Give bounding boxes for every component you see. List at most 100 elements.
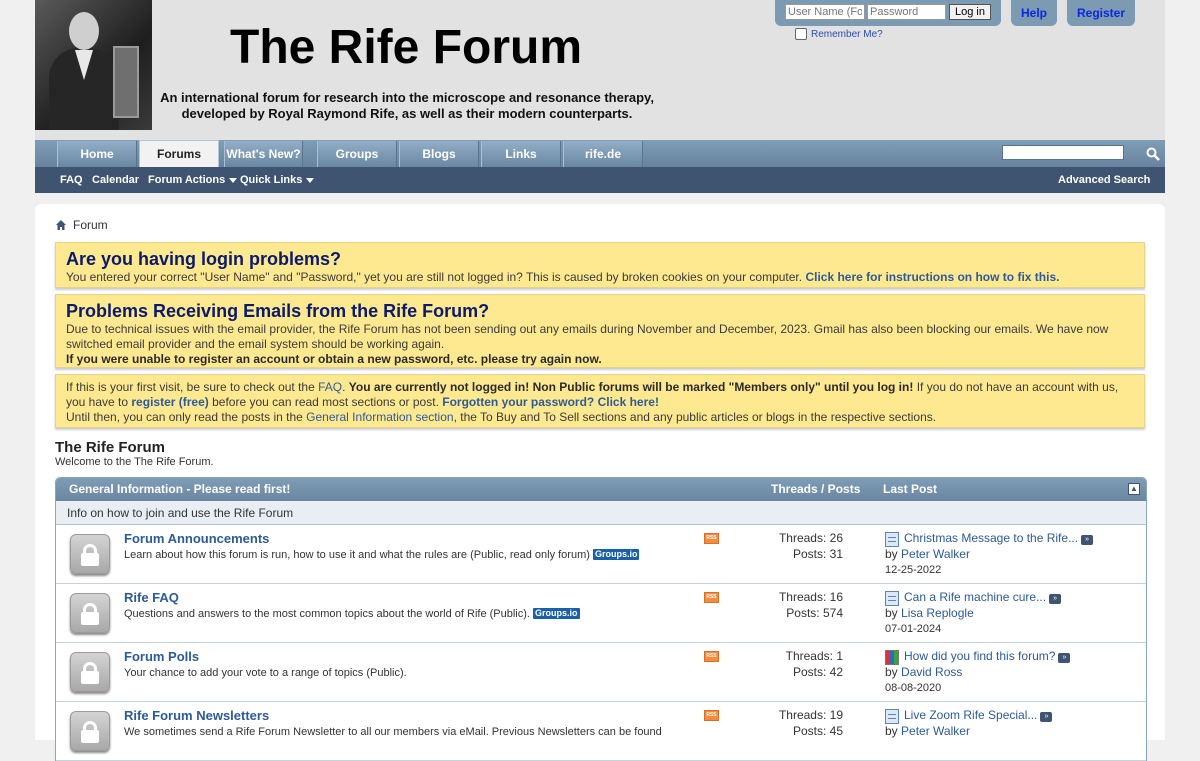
remember-me[interactable]: Remember Me? bbox=[795, 28, 883, 40]
login-problems-notice: Are you having login problems? You enter… bbox=[55, 242, 1145, 288]
by-label: by bbox=[885, 547, 898, 561]
subnav-forum-actions[interactable]: Forum Actions bbox=[148, 167, 238, 193]
not-logged-in-text: You are currently not logged in! Non Pub… bbox=[348, 380, 914, 394]
forum-title-link[interactable]: Forum Announcements bbox=[124, 531, 269, 546]
lock-icon bbox=[70, 534, 110, 574]
remember-me-label[interactable]: Remember Me? bbox=[811, 29, 883, 40]
forum-description: We sometimes send a Rife Forum Newslette… bbox=[124, 726, 662, 738]
tab-links[interactable]: Links bbox=[481, 141, 561, 167]
groups-io-badge[interactable]: Groups.io bbox=[592, 549, 640, 560]
forum-row: Forum Polls Your chance to add your vote… bbox=[56, 643, 1146, 702]
forum-title-link[interactable]: Forum Polls bbox=[124, 649, 199, 664]
last-post-author: by Lisa Replogle bbox=[885, 606, 974, 620]
main-content: Forum Are you having login problems? You… bbox=[35, 204, 1165, 761]
remember-me-checkbox[interactable] bbox=[795, 28, 807, 40]
forum-description-text: Learn about how this forum is run, how t… bbox=[124, 549, 590, 561]
rss-icon[interactable]: RSS bbox=[704, 651, 719, 662]
subnav-quick-links[interactable]: Quick Links bbox=[240, 167, 315, 193]
chevron-down-icon bbox=[306, 177, 315, 183]
collapse-icon[interactable]: ▲ bbox=[1128, 483, 1140, 495]
last-post-title[interactable]: Christmas Message to the Rife... bbox=[904, 531, 1078, 545]
user-link[interactable]: Peter Walker bbox=[901, 724, 970, 738]
subnav-calendar[interactable]: Calendar bbox=[92, 167, 139, 193]
fix-cookies-link[interactable]: Click here for instructions on how to fi… bbox=[805, 270, 1059, 284]
last-post-link[interactable]: Live Zoom Rife Special...» bbox=[904, 708, 1053, 722]
home-icon[interactable] bbox=[55, 219, 67, 231]
user-link[interactable]: David Ross bbox=[901, 665, 962, 679]
forum-title-link[interactable]: Rife FAQ bbox=[124, 590, 179, 605]
search-input[interactable] bbox=[1002, 145, 1124, 160]
thread-count: Threads: 1 bbox=[785, 649, 843, 663]
last-post-title[interactable]: Can a Rife machine cure... bbox=[904, 590, 1046, 604]
register-button[interactable]: Register bbox=[1067, 0, 1135, 26]
breadcrumb-forum[interactable]: Forum bbox=[73, 218, 108, 232]
search-icon bbox=[1146, 147, 1160, 161]
rss-icon[interactable]: RSS bbox=[704, 592, 719, 603]
rife-portrait-image bbox=[35, 0, 152, 130]
category-title[interactable]: General Information - Please read first! bbox=[69, 478, 290, 501]
forum-title: The Rife Forum bbox=[55, 439, 166, 456]
tab-blogs[interactable]: Blogs bbox=[399, 141, 479, 167]
main-navbar: Home Forums What's New? Groups Blogs Lin… bbox=[35, 140, 1165, 167]
last-post-title[interactable]: How did you find this forum? bbox=[904, 649, 1055, 663]
login-button[interactable]: Log in bbox=[949, 4, 991, 20]
tab-whats-new[interactable]: What's New? bbox=[224, 141, 303, 167]
subnav-faq[interactable]: FAQ bbox=[60, 167, 83, 193]
site-tagline: An international forum for research into… bbox=[157, 90, 657, 122]
advanced-search-link[interactable]: Advanced Search bbox=[1058, 167, 1150, 193]
by-label: by bbox=[885, 724, 898, 738]
last-post-date: 07-01-2024 bbox=[885, 623, 942, 635]
site-title[interactable]: The Rife Forum bbox=[230, 20, 582, 75]
last-post-link[interactable]: Christmas Message to the Rife...» bbox=[904, 531, 1094, 545]
notice-text: , the To Buy and To Sell sections and an… bbox=[453, 410, 937, 424]
last-post-author: by David Ross bbox=[885, 665, 962, 679]
user-link[interactable]: Peter Walker bbox=[901, 547, 970, 561]
username-input[interactable] bbox=[785, 4, 865, 20]
password-input[interactable] bbox=[867, 4, 946, 20]
tab-rife-de[interactable]: rife.de bbox=[563, 141, 643, 167]
forgot-password-link[interactable]: Forgotten your password? Click here! bbox=[442, 395, 659, 409]
quick-links-label[interactable]: Quick Links bbox=[240, 174, 302, 186]
notice-title: Problems Receiving Emails from the Rife … bbox=[66, 301, 490, 321]
forum-actions-label[interactable]: Forum Actions bbox=[148, 174, 225, 186]
forum-row: Rife Forum Newsletters We sometimes send… bbox=[56, 702, 1146, 761]
last-post-title[interactable]: Live Zoom Rife Special... bbox=[904, 708, 1037, 722]
forum-stats: Threads: 1 Posts: 42 bbox=[751, 648, 843, 680]
tagline-line-2: developed by Royal Raymond Rife, as well… bbox=[181, 106, 633, 121]
forum-category: General Information - Please read first!… bbox=[55, 477, 1147, 761]
general-info-link[interactable]: General Information section bbox=[306, 410, 453, 424]
go-to-post-icon[interactable]: » bbox=[1040, 712, 1053, 722]
post-count: Posts: 45 bbox=[792, 724, 843, 738]
search-button[interactable] bbox=[1140, 141, 1165, 167]
poll-icon bbox=[885, 650, 899, 665]
thread-icon bbox=[885, 532, 899, 547]
tagline-line-1: An international forum for research into… bbox=[160, 90, 654, 105]
rss-icon[interactable]: RSS bbox=[704, 710, 719, 721]
thread-count: Threads: 16 bbox=[778, 590, 843, 604]
rss-icon[interactable]: RSS bbox=[704, 533, 719, 544]
tab-home[interactable]: Home bbox=[57, 141, 137, 167]
thread-count: Threads: 26 bbox=[778, 531, 843, 545]
go-to-post-icon[interactable]: » bbox=[1081, 535, 1094, 545]
help-button[interactable]: Help bbox=[1011, 0, 1057, 26]
notice-text: You entered your correct "User Name" and… bbox=[66, 270, 803, 284]
last-post-link[interactable]: Can a Rife machine cure...» bbox=[904, 590, 1062, 604]
thread-count: Threads: 19 bbox=[778, 708, 843, 722]
tab-groups[interactable]: Groups bbox=[317, 141, 397, 167]
last-post-date: 08-08-2020 bbox=[885, 682, 942, 694]
tab-forums[interactable]: Forums bbox=[139, 140, 219, 167]
forum-stats: Threads: 19 Posts: 45 bbox=[751, 707, 843, 739]
post-count: Posts: 31 bbox=[792, 547, 843, 561]
faq-link[interactable]: FAQ bbox=[318, 380, 342, 394]
go-to-post-icon[interactable]: » bbox=[1049, 594, 1062, 604]
notice-text: before you can read most sections or pos… bbox=[212, 395, 439, 409]
register-link[interactable]: register (free) bbox=[131, 395, 208, 409]
go-to-post-icon[interactable]: » bbox=[1058, 653, 1071, 663]
last-post-link[interactable]: How did you find this forum?» bbox=[904, 649, 1071, 663]
first-visit-notice: If this is your first visit, be sure to … bbox=[55, 374, 1145, 428]
category-header: General Information - Please read first!… bbox=[56, 478, 1146, 501]
user-link[interactable]: Lisa Replogle bbox=[901, 606, 974, 620]
forum-title-link[interactable]: Rife Forum Newsletters bbox=[124, 708, 269, 723]
last-post-date: 12-25-2022 bbox=[885, 564, 942, 576]
groups-io-badge[interactable]: Groups.io bbox=[533, 608, 580, 619]
